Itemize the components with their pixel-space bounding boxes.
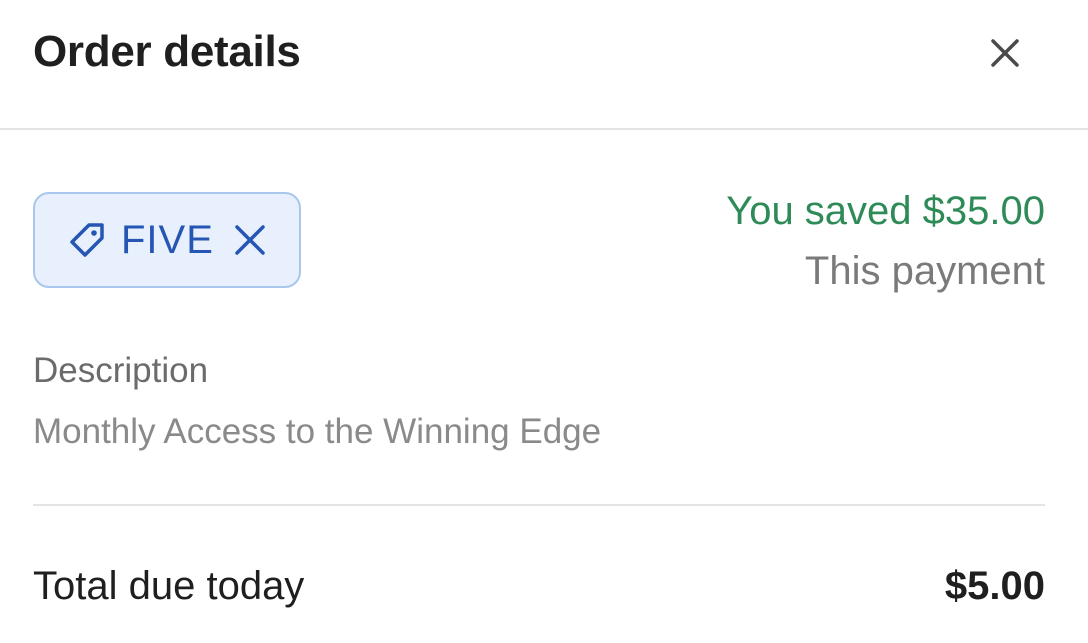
coupon-code: FIVE (121, 217, 214, 262)
total-amount: $5.00 (944, 564, 1045, 608)
page-title: Order details (33, 27, 301, 76)
description-label: Description (33, 351, 209, 390)
divider (33, 504, 1045, 506)
remove-coupon-button[interactable] (232, 222, 268, 258)
tag-icon (67, 220, 107, 260)
savings-summary: You saved $35.00 This payment (726, 186, 1045, 296)
panel-header: Order details (0, 0, 1088, 130)
order-details-panel: Order details FIVE You saved $35.00 This… (0, 0, 1088, 643)
savings-amount: You saved $35.00 (726, 189, 1045, 233)
description-value: Monthly Access to the Winning Edge (33, 412, 602, 451)
close-button[interactable] (982, 30, 1028, 76)
savings-period: This payment (804, 249, 1045, 293)
close-icon (235, 225, 265, 255)
total-label: Total due today (33, 564, 305, 608)
applied-coupon-chip: FIVE (33, 192, 301, 288)
close-icon (991, 39, 1019, 67)
